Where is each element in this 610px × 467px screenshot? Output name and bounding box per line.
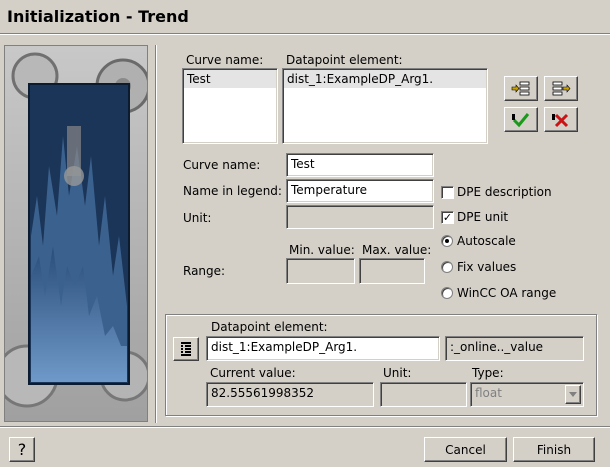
dp-selector-icon (181, 342, 191, 356)
dpe-description-checkbox[interactable] (441, 186, 454, 199)
max-value-label: Max. value: (362, 243, 432, 257)
wincc-range-radio[interactable] (441, 287, 453, 299)
add-curve-icon (511, 81, 530, 95)
min-value-input[interactable] (286, 258, 355, 284)
help-button[interactable]: ? (9, 437, 35, 462)
curve-name-list-header: Curve name: (186, 53, 264, 67)
delete-curve-button[interactable] (544, 107, 578, 132)
current-value-field: 82.55561998352 (206, 382, 374, 407)
legend-input[interactable]: Temperature (286, 179, 434, 203)
curve-name-list[interactable]: Test (182, 68, 278, 144)
current-value-label: Current value: (210, 366, 296, 380)
dp-selector-button[interactable] (173, 337, 199, 361)
legend-label: Name in legend: (183, 184, 282, 198)
type-dropdown-button[interactable] (565, 385, 581, 404)
unit-input[interactable] (286, 205, 434, 229)
dpe-list[interactable]: dist_1:ExampleDP_Arg1. (282, 68, 488, 144)
finish-button[interactable]: Finish (513, 437, 595, 462)
dpe-unit-checkbox[interactable]: ✓ (441, 211, 454, 224)
range-label: Range: (183, 264, 226, 278)
min-value-label: Min. value: (289, 243, 355, 257)
trend-illustration (0, 45, 151, 422)
dp-config-field: :_online.._value (445, 336, 584, 361)
remove-curve-icon (552, 81, 571, 95)
cancel-button[interactable]: Cancel (424, 437, 507, 462)
fix-values-radio[interactable] (441, 261, 453, 273)
dp-dpe-input[interactable]: dist_1:ExampleDP_Arg1. (206, 336, 440, 361)
autoscale-radio[interactable] (441, 235, 453, 247)
max-value-input[interactable] (359, 258, 425, 284)
dpe-list-header: Datapoint element: (286, 53, 403, 67)
apply-curve-button[interactable] (504, 107, 538, 132)
dp-unit-label: Unit: (383, 366, 412, 380)
add-curve-button[interactable] (504, 76, 538, 101)
autoscale-label: Autoscale (457, 234, 516, 248)
curve-name-label: Curve name: (183, 158, 261, 172)
trend-illustration-graphic (0, 46, 151, 421)
dp-dpe-label: Datapoint element: (211, 320, 328, 334)
wincc-range-label: WinCC OA range (457, 286, 557, 300)
red-x-icon (552, 113, 569, 127)
dp-unit-field (380, 382, 467, 407)
green-check-icon (512, 112, 530, 127)
window-title: Initialization - Trend (7, 7, 189, 26)
dpe-list-item[interactable]: dist_1:ExampleDP_Arg1. (284, 70, 486, 88)
curve-name-list-item[interactable]: Test (184, 70, 276, 88)
dpe-unit-label: DPE unit (457, 210, 509, 224)
curve-name-input[interactable]: Test (286, 153, 434, 177)
fix-values-label: Fix values (457, 260, 517, 274)
remove-curve-button[interactable] (544, 76, 578, 101)
type-select-value: float (475, 386, 502, 400)
unit-label: Unit: (183, 211, 212, 225)
dp-type-label: Type: (472, 366, 504, 380)
dpe-description-label: DPE description (457, 185, 552, 199)
chevron-down-icon (569, 392, 577, 397)
